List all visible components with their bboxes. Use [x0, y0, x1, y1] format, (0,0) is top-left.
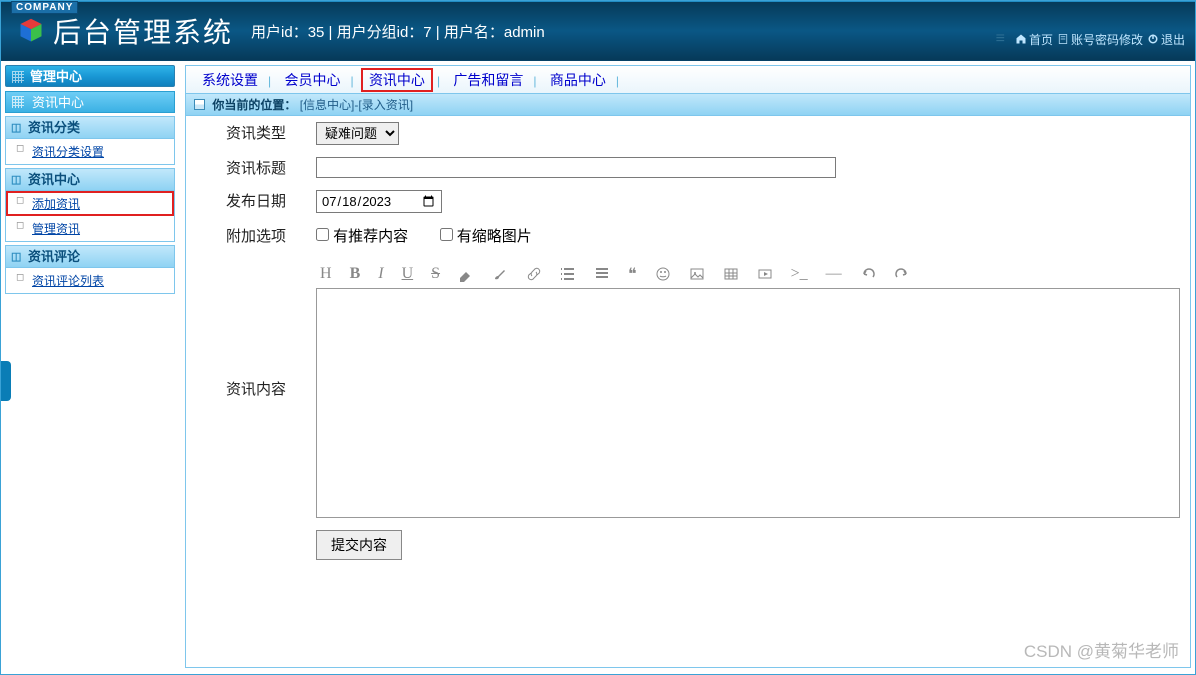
- power-icon: [1147, 33, 1159, 45]
- home-link[interactable]: 首页: [1015, 31, 1053, 48]
- sidebar-group-news-center: 资讯中心 添加资讯 管理资讯: [5, 168, 175, 242]
- sidebar-item-add-news[interactable]: 添加资讯: [6, 191, 174, 216]
- sidebar-item-manage-news[interactable]: 管理资讯: [6, 216, 174, 241]
- home-label: 首页: [1029, 31, 1053, 48]
- nav-goods[interactable]: 商品中心: [544, 70, 612, 90]
- label-date: 发布日期: [186, 184, 306, 219]
- undo-icon[interactable]: [860, 266, 876, 282]
- sidebar-item-comment-list[interactable]: 资讯评论列表: [6, 268, 174, 293]
- underline-icon[interactable]: U: [402, 265, 414, 283]
- exit-label: 退出: [1161, 31, 1185, 48]
- video-icon[interactable]: [757, 266, 773, 282]
- label-title: 资讯标题: [186, 151, 306, 184]
- sidebar-collapse-handle[interactable]: [1, 361, 11, 401]
- hr-icon[interactable]: —: [826, 265, 842, 283]
- sidebar-main-head[interactable]: 管理中心: [5, 65, 175, 87]
- label-content: 资讯内容: [186, 252, 306, 524]
- main-panel: 系统设置| 会员中心| 资讯中心| 广告和留言| 商品中心| 你当前的位置： […: [185, 65, 1191, 668]
- input-title[interactable]: [316, 157, 836, 178]
- editor-textarea[interactable]: [316, 288, 1180, 518]
- password-label: 账号密码修改: [1071, 31, 1143, 48]
- nav-system[interactable]: 系统设置: [196, 70, 264, 90]
- input-date[interactable]: [316, 190, 442, 213]
- sidebar-item-cat-setting[interactable]: 资讯分类设置: [6, 139, 174, 164]
- menu-icon: ≡: [996, 30, 1005, 48]
- password-link[interactable]: 账号密码修改: [1057, 31, 1143, 48]
- sidebar-group-news-cat: 资讯分类 资讯分类设置: [5, 116, 175, 165]
- label-options: 附加选项: [186, 219, 306, 252]
- checkbox-thumb[interactable]: [440, 228, 453, 241]
- sidebar-group-comments: 资讯评论 资讯评论列表: [5, 245, 175, 294]
- brush-icon[interactable]: [492, 266, 508, 282]
- opt-thumb[interactable]: 有缩略图片: [440, 228, 532, 245]
- table-icon[interactable]: [723, 266, 739, 282]
- system-title: 后台管理系统: [53, 11, 233, 51]
- italic-icon[interactable]: I: [378, 265, 383, 283]
- nav-ads[interactable]: 广告和留言: [447, 70, 529, 90]
- heading-icon[interactable]: H: [320, 265, 332, 283]
- nav-news[interactable]: 资讯中心: [361, 68, 433, 92]
- image-icon[interactable]: [689, 266, 705, 282]
- group-head[interactable]: 资讯评论: [6, 246, 174, 268]
- list-icon[interactable]: [560, 266, 576, 282]
- exit-link[interactable]: 退出: [1147, 31, 1185, 48]
- redo-icon[interactable]: [894, 266, 910, 282]
- nav-member[interactable]: 会员中心: [278, 70, 346, 90]
- code-icon[interactable]: >_: [791, 265, 808, 283]
- top-nav: 系统设置| 会员中心| 资讯中心| 广告和留言| 商品中心|: [186, 66, 1190, 94]
- label-type: 资讯类型: [186, 116, 306, 151]
- editor-toolbar: H B I U S ❝: [316, 258, 1180, 288]
- align-icon[interactable]: [594, 266, 610, 282]
- note-icon: [1057, 33, 1069, 45]
- link-icon[interactable]: [526, 266, 542, 282]
- user-info-line: 用户id：35 | 用户分组id：7 | 用户名：admin: [251, 21, 545, 42]
- breadcrumb-path: [信息中心]-[录入资讯]: [300, 98, 413, 112]
- home-icon: [1015, 33, 1027, 45]
- sidebar: 管理中心 资讯中心 资讯分类 资讯分类设置 资讯中心 添加资讯 管理资讯 资讯评…: [5, 65, 175, 668]
- breadcrumb-icon: [194, 99, 205, 110]
- eraser-icon[interactable]: [458, 266, 474, 282]
- opt-recommend[interactable]: 有推荐内容: [316, 228, 408, 245]
- company-tag: COMPANY: [11, 1, 78, 14]
- logo-icon: [17, 17, 45, 45]
- sidebar-section-head[interactable]: 资讯中心: [5, 91, 175, 113]
- header-bar: 后台管理系统 用户id：35 | 用户分组id：7 | 用户名：admin ≡ …: [1, 1, 1195, 61]
- group-head[interactable]: 资讯中心: [6, 169, 174, 191]
- breadcrumb-label: 你当前的位置：: [212, 98, 296, 112]
- submit-button[interactable]: 提交内容: [316, 530, 402, 560]
- emoji-icon[interactable]: [655, 266, 671, 282]
- quote-icon[interactable]: ❝: [628, 264, 637, 284]
- select-type[interactable]: 疑难问题: [316, 122, 399, 145]
- checkbox-recommend[interactable]: [316, 228, 329, 241]
- strike-icon[interactable]: S: [431, 265, 440, 283]
- breadcrumb: 你当前的位置： [信息中心]-[录入资讯]: [186, 94, 1190, 116]
- bold-icon[interactable]: B: [350, 265, 361, 283]
- group-head[interactable]: 资讯分类: [6, 117, 174, 139]
